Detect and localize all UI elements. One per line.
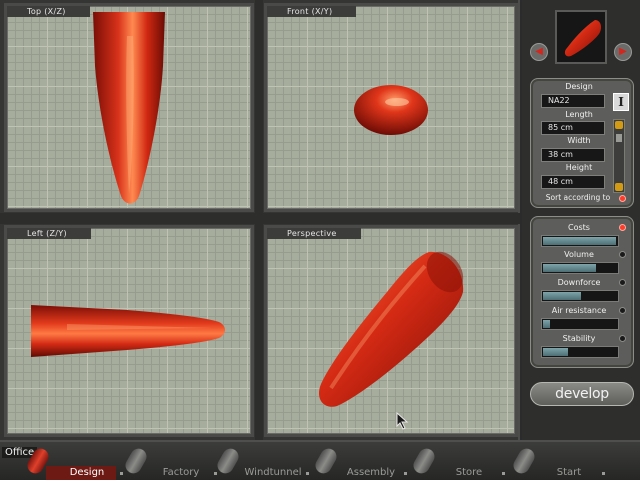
viewport-divider-vertical[interactable] xyxy=(255,0,263,440)
metric-sort-toggle[interactable] xyxy=(619,307,626,314)
arrow-right-icon: ▶ xyxy=(619,46,627,57)
viewport-label-top: Top (X/Z) xyxy=(7,6,90,17)
bottom-navigation-bar: Office Design Factory Windtunnel Assembly St… xyxy=(0,440,640,480)
design-name-field[interactable]: NA22 xyxy=(541,94,605,108)
viewport-perspective[interactable]: Perspective xyxy=(264,225,518,437)
preview-model xyxy=(564,20,602,57)
metric-label-downforce: Downforce xyxy=(557,278,601,287)
scroll-thumb[interactable] xyxy=(616,134,622,142)
metric-bar xyxy=(541,318,619,330)
metric-sort-toggle[interactable] xyxy=(619,335,626,342)
tab-indicator-dot xyxy=(602,472,605,475)
viewport-top[interactable]: Top (X/Z) xyxy=(4,3,254,212)
perspective-view-model xyxy=(318,251,464,407)
arrow-left-icon: ◀ xyxy=(535,46,543,57)
tab-indicator-dot xyxy=(214,472,217,475)
metric-bar xyxy=(541,262,619,274)
viewport-area: Top (X/Z) Front (X/Y) Left (Z/Y) Perspec… xyxy=(0,0,520,440)
viewport-left[interactable]: Left (Z/Y) xyxy=(4,225,254,437)
length-field[interactable]: 85 cm xyxy=(541,121,605,135)
top-view-model xyxy=(93,12,165,204)
metric-label-stability: Stability xyxy=(562,334,596,343)
metric-bar xyxy=(541,235,619,247)
viewport-front[interactable]: Front (X/Y) xyxy=(264,3,518,212)
left-view-model xyxy=(31,305,225,357)
metric-bar-fill xyxy=(543,264,596,272)
sort-label: Sort according to xyxy=(545,193,611,202)
metric-bar xyxy=(541,346,619,358)
height-field[interactable]: 48 cm xyxy=(541,175,605,189)
design-preview-thumbnail xyxy=(555,10,607,64)
tab-indicator-dot xyxy=(502,472,505,475)
scroll-up-arrow-icon[interactable] xyxy=(615,121,623,129)
design-label: Design xyxy=(565,82,593,91)
metric-bar-fill xyxy=(543,292,581,300)
design-panel: ◀ ▶ Design NA22 I Length 85 cm Width 38 … xyxy=(522,0,640,440)
viewport-label-left: Left (Z/Y) xyxy=(7,228,91,239)
metrics-group: Costs Volume Downforce Air resistance Stabil… xyxy=(530,216,634,368)
tab-factory[interactable]: Factory xyxy=(146,466,216,480)
metric-bar xyxy=(541,290,619,302)
info-button[interactable]: I xyxy=(613,93,629,111)
tab-indicator-dot xyxy=(120,472,123,475)
metric-label-costs: Costs xyxy=(568,223,590,232)
metric-sort-toggle[interactable] xyxy=(619,224,626,231)
tab-windtunnel[interactable]: Windtunnel xyxy=(238,466,308,480)
metric-bar-fill xyxy=(543,348,568,356)
metric-sort-toggle[interactable] xyxy=(619,251,626,258)
mouse-cursor-icon xyxy=(396,412,409,430)
tab-store[interactable]: Store xyxy=(434,466,504,480)
length-label: Length xyxy=(565,110,593,119)
sort-toggle[interactable] xyxy=(619,195,626,202)
metric-label-volume: Volume xyxy=(564,250,594,259)
metric-sort-toggle[interactable] xyxy=(619,279,626,286)
scroll-down-arrow-icon[interactable] xyxy=(615,183,623,191)
viewport-label-perspective: Perspective xyxy=(267,228,361,239)
design-properties-group: Design NA22 I Length 85 cm Width 38 cm H… xyxy=(530,78,634,208)
tab-indicator-dot xyxy=(306,472,309,475)
front-view-model xyxy=(354,85,428,135)
develop-button[interactable]: develop xyxy=(530,382,634,406)
tab-assembly[interactable]: Assembly xyxy=(336,466,406,480)
tab-design[interactable]: Design xyxy=(52,466,122,480)
width-field[interactable]: 38 cm xyxy=(541,148,605,162)
metric-label-air-resistance: Air resistance xyxy=(551,306,607,315)
next-design-button[interactable]: ▶ xyxy=(614,43,632,61)
metric-bar-fill xyxy=(543,237,616,245)
viewport-label-front: Front (X/Y) xyxy=(267,6,357,17)
previous-design-button[interactable]: ◀ xyxy=(530,43,548,61)
design-scrollbar[interactable] xyxy=(613,119,625,193)
tab-start[interactable]: Start xyxy=(534,466,604,480)
tab-indicator-dot xyxy=(404,472,407,475)
metric-bar-fill xyxy=(543,320,550,328)
